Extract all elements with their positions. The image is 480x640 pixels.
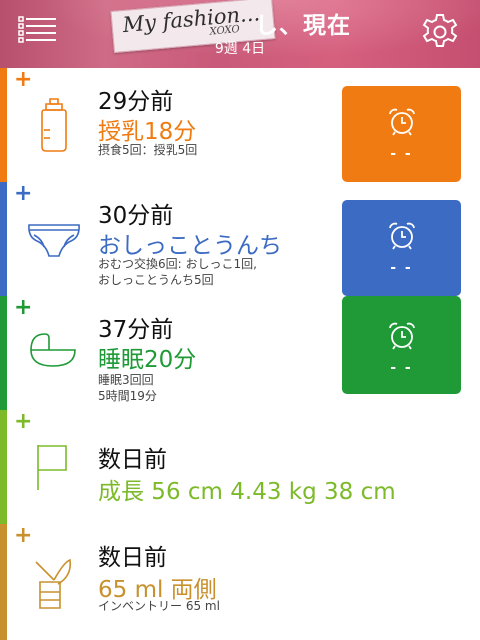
entry-detail: おむつ交換6回: おしっこ1回,: [98, 257, 257, 271]
entry-detail: 摂食5回：授乳5回: [98, 143, 198, 157]
list-item[interactable]: + 30分前 おしっことうんち おむつ交換6回: おしっこ1回, おしっことうん…: [0, 181, 480, 297]
entry-detail: 5時間19分: [98, 389, 157, 403]
alarm-button[interactable]: - -: [342, 200, 461, 296]
alarm-clock-icon: [389, 222, 415, 250]
add-entry-button[interactable]: +: [14, 67, 32, 92]
category-color-bar: [0, 296, 7, 410]
time-ago: 数日前: [98, 447, 167, 473]
entry-detail: おしっことうんち5回: [98, 273, 214, 287]
crib-icon: [30, 333, 76, 367]
entry-value: おしっことうんち: [98, 233, 282, 259]
time-ago: 29分前: [98, 89, 174, 115]
time-ago: 数日前: [98, 545, 167, 571]
category-color-bar: [0, 182, 7, 296]
app-header: My fashion... XOXO し、現在 9週 4日: [0, 0, 480, 68]
flag-icon: [37, 445, 67, 490]
alarm-button[interactable]: - -: [342, 296, 461, 394]
sticker-subtext: XOXO: [209, 23, 241, 38]
category-color-bar: [0, 524, 7, 640]
entry-detail: インベントリー 65 ml: [98, 599, 220, 613]
alarm-clock-icon: [389, 108, 415, 136]
time-ago: 30分前: [98, 203, 174, 229]
breast-pump-icon: [35, 558, 72, 609]
alarm-label: - -: [390, 146, 413, 162]
category-color-bar: [0, 410, 7, 524]
entry-detail: 睡眠3回回: [98, 373, 154, 387]
entry-value: 授乳18分: [98, 119, 197, 145]
add-entry-button[interactable]: +: [14, 181, 32, 206]
baby-bottle-icon: [41, 98, 67, 152]
alarm-label: - -: [390, 260, 413, 276]
entry-value: 睡眠20分: [98, 347, 197, 373]
list-item[interactable]: + 数日前 成長 56 cm 4.43 kg 38 cm: [0, 409, 480, 525]
gear-icon[interactable]: [420, 12, 460, 52]
list-item[interactable]: + 37分前 睡眠20分 睡眠3回回 5時間19分 - -: [0, 295, 480, 411]
header-title: し、現在: [255, 13, 351, 39]
category-color-bar: [0, 68, 7, 182]
baby-age: 9週 4日: [214, 41, 266, 57]
time-ago: 37分前: [98, 317, 174, 343]
add-entry-button[interactable]: +: [14, 523, 32, 548]
alarm-clock-icon: [389, 322, 415, 350]
alarm-button[interactable]: - -: [342, 86, 461, 182]
list-item[interactable]: + 29分前 授乳18分 摂食5回：授乳5回 - -: [0, 67, 480, 183]
alarm-label: - -: [390, 360, 413, 376]
add-entry-button[interactable]: +: [14, 409, 32, 434]
list-item[interactable]: + 数日前 65 ml 両側 インベントリー 65 ml: [0, 523, 480, 640]
diaper-icon: [28, 224, 80, 257]
entry-value: 成長 56 cm 4.43 kg 38 cm: [98, 479, 396, 505]
add-entry-button[interactable]: +: [14, 295, 32, 320]
